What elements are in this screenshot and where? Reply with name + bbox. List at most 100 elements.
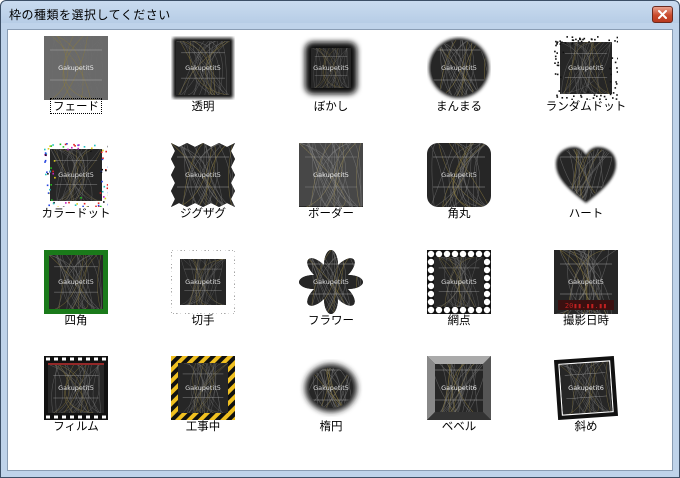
svg-text:Gakupetit5: Gakupetit5: [185, 64, 221, 72]
svg-text:Gakupetit5: Gakupetit5: [313, 171, 349, 179]
frame-option-fade[interactable]: Gakupetit5 フェード: [21, 32, 131, 132]
random-dot-frame-icon: Gakupetit5: [554, 36, 619, 102]
title-bar[interactable]: 枠の種類を選択してください: [1, 1, 679, 27]
frame-option-tilted[interactable]: Gakupetit6 斜め: [531, 352, 641, 452]
frame-option-label: ランダムドット: [531, 98, 641, 114]
frame-option-label-text: まんまる: [436, 99, 482, 113]
bevel-frame-icon: Gakupetit6: [427, 355, 491, 421]
datetime-frame-icon: 20▮▮.▮▮.▮▮ Gakupetit5: [554, 249, 618, 315]
frame-option-label-text: 撮影日時: [563, 313, 609, 327]
frame-option-label: フェード: [21, 98, 131, 114]
frame-option-bevel[interactable]: Gakupetit6 ベベル: [404, 352, 514, 452]
ellipse-frame-icon: Gakupetit5: [299, 356, 363, 420]
svg-text:Gakupetit5: Gakupetit5: [568, 64, 604, 72]
frame-option-circle[interactable]: Gakupetit5 まんまる: [404, 32, 514, 132]
frame-option-color-dot[interactable]: Gakupetit5 カラードット: [21, 139, 131, 239]
svg-text:Gakupetit5: Gakupetit5: [313, 384, 349, 392]
svg-text:Gakupetit5: Gakupetit5: [58, 171, 94, 179]
frame-option-label-text: ランダムドット: [545, 99, 627, 113]
frame-option-label: ジグザグ: [148, 205, 258, 221]
frame-option-blur[interactable]: Gakupetit5 ぼかし: [276, 32, 386, 132]
frame-option-label-text: ハート: [568, 206, 604, 220]
stamp-frame-icon: Gakupetit5: [169, 248, 237, 316]
svg-text:Gakupetit5: Gakupetit5: [568, 278, 604, 286]
frame-option-label-text: ボーダー: [308, 206, 354, 220]
frame-option-label: 撮影日時: [531, 312, 641, 328]
frame-option-square[interactable]: Gakupetit5 四角: [21, 246, 131, 346]
rounded-corner-frame-icon: Gakupetit5: [427, 143, 491, 207]
svg-text:Gakupetit5: Gakupetit5: [313, 278, 349, 286]
border-frame-icon: Gakupetit5: [298, 142, 363, 208]
zigzag-frame-icon: Gakupetit5: [171, 143, 235, 207]
tilted-frame-icon: Gakupetit6: [553, 355, 619, 421]
svg-text:Gakupetit5: Gakupetit5: [441, 171, 477, 179]
frame-option-label-text: ベベル: [441, 419, 477, 433]
svg-text:Gakupetit5: Gakupetit5: [441, 64, 477, 72]
frame-option-label-text: フェード: [50, 98, 102, 114]
frame-option-label: 四角: [21, 312, 131, 328]
frame-option-transparent[interactable]: Gakupetit5 透明: [148, 32, 258, 132]
frame-option-label: ボーダー: [276, 205, 386, 221]
fade-frame-icon: Gakupetit5: [44, 35, 108, 101]
frame-option-label: フィルム: [21, 418, 131, 434]
frame-option-label: 切手: [148, 312, 258, 328]
svg-text:Gakupetit6: Gakupetit6: [441, 384, 477, 392]
svg-text:20▮▮.▮▮.▮▮: 20▮▮.▮▮.▮▮: [565, 302, 607, 310]
svg-text:Gakupetit6: Gakupetit6: [568, 384, 604, 392]
frame-option-label: 透明: [148, 98, 258, 114]
frame-option-construction[interactable]: Gakupetit5 工事中: [148, 352, 258, 452]
frame-option-label: 角丸: [404, 205, 514, 221]
frame-option-random-dot[interactable]: Gakupetit5 ランダムドット: [531, 32, 641, 132]
frame-option-heart[interactable]: ハート: [531, 139, 641, 239]
svg-text:Gakupetit5: Gakupetit5: [185, 171, 221, 179]
frame-option-halftone[interactable]: Gakupetit5 網点: [404, 246, 514, 346]
flower-frame-icon: Gakupetit5: [299, 250, 363, 314]
frame-option-label-text: ジグザグ: [180, 206, 226, 220]
halftone-frame-icon: Gakupetit5: [427, 250, 491, 314]
frame-option-label-text: 透明: [191, 99, 215, 113]
frame-option-label: ぼかし: [276, 98, 386, 114]
frame-option-label: ハート: [531, 205, 641, 221]
svg-text:Gakupetit5: Gakupetit5: [313, 64, 349, 72]
frame-option-label: 斜め: [531, 418, 641, 434]
frame-option-label: 工事中: [148, 418, 258, 434]
frame-option-label: カラードット: [21, 205, 131, 221]
svg-text:Gakupetit5: Gakupetit5: [185, 384, 221, 392]
frame-option-label-text: 切手: [191, 313, 215, 327]
square-frame-icon: Gakupetit5: [44, 250, 108, 314]
frame-option-label-text: ぼかし: [313, 99, 349, 113]
svg-text:Gakupetit5: Gakupetit5: [58, 384, 94, 392]
close-button[interactable]: [652, 6, 673, 23]
svg-text:Gakupetit5: Gakupetit5: [441, 278, 477, 286]
frame-option-zigzag[interactable]: Gakupetit5 ジグザグ: [148, 139, 258, 239]
window-title: 枠の種類を選択してください: [9, 8, 171, 22]
frame-option-label-text: 楕円: [319, 419, 343, 433]
frame-option-rounded-corner[interactable]: Gakupetit5 角丸: [404, 139, 514, 239]
frame-option-ellipse[interactable]: Gakupetit5 楕円: [276, 352, 386, 452]
frame-option-label-text: 工事中: [185, 419, 221, 433]
frame-option-label-text: 四角: [64, 313, 88, 327]
frame-option-label-text: 角丸: [447, 206, 471, 220]
frame-option-label: 楕円: [276, 418, 386, 434]
frame-option-border[interactable]: Gakupetit5 ボーダー: [276, 139, 386, 239]
transparent-frame-icon: Gakupetit5: [171, 36, 235, 100]
frame-option-label-text: 網点: [447, 313, 471, 327]
frame-option-label: ベベル: [404, 418, 514, 434]
frame-option-flower[interactable]: Gakupetit5 フラワー: [276, 246, 386, 346]
frame-grid: Gakupetit5 フェード Gakupetit5 透明 Gakupetit5 ぼか…: [8, 30, 672, 470]
film-frame-icon: Gakupetit5: [44, 356, 108, 420]
frame-option-label: まんまる: [404, 98, 514, 114]
frame-option-stamp[interactable]: Gakupetit5 切手: [148, 246, 258, 346]
frame-option-datetime[interactable]: 20▮▮.▮▮.▮▮ Gakupetit5 撮影日時: [531, 246, 641, 346]
frame-option-label-text: 斜め: [574, 419, 598, 433]
circle-frame-icon: Gakupetit5: [427, 36, 491, 100]
frame-option-film[interactable]: Gakupetit5 フィルム: [21, 352, 131, 452]
blur-frame-icon: Gakupetit5: [299, 36, 363, 100]
svg-text:Gakupetit5: Gakupetit5: [58, 64, 94, 72]
frame-option-label: 網点: [404, 312, 514, 328]
close-icon: [658, 10, 667, 19]
frame-option-label: フラワー: [276, 312, 386, 328]
color-dot-frame-icon: Gakupetit5: [44, 143, 110, 209]
heart-frame-icon: [554, 143, 618, 207]
frame-select-window: 枠の種類を選択してください Gakupetit5 フェード Gakupetit5 透…: [0, 0, 680, 478]
